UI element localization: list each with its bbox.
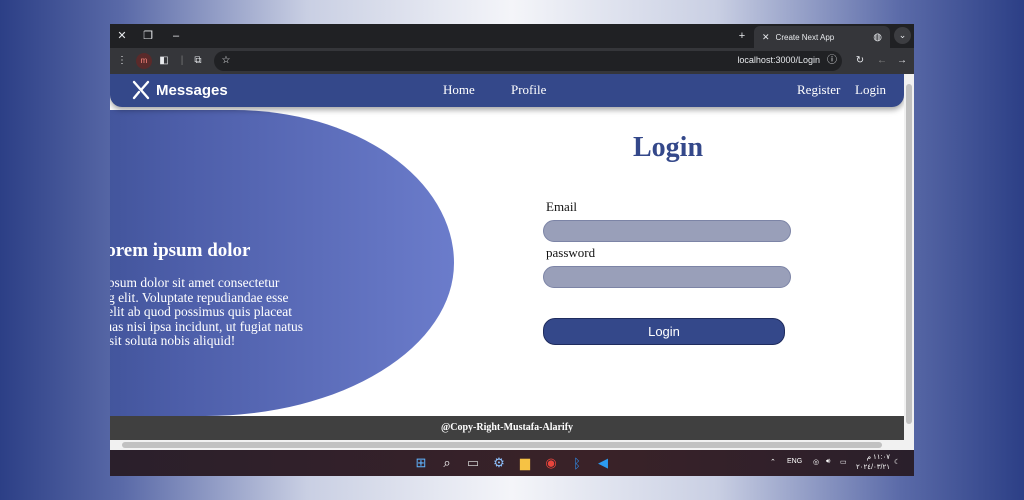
brand[interactable]: Messages	[132, 80, 228, 100]
show-hidden-icons-icon[interactable]: ⌃	[770, 458, 776, 466]
start-windows-icon[interactable]: ⊞	[412, 454, 430, 472]
email-label: Email	[546, 199, 578, 214]
settings-gear-icon[interactable]: ⚙	[490, 454, 508, 472]
address-bar[interactable]: ☆ localhost:3000/Login ⓘ	[214, 51, 842, 71]
horizontal-scroll-thumb[interactable]	[122, 442, 882, 448]
web-page: Lorem ipsum dolor Lorem ipsum dolor sit …	[110, 74, 904, 440]
x-logo-icon	[132, 80, 150, 100]
clock-date[interactable]: ٢٠٢٤/٠٣/٢١	[854, 463, 890, 471]
volume-icon[interactable]: 🔊︎	[826, 458, 830, 466]
hero-panel: Lorem ipsum dolor Lorem ipsum dolor sit …	[110, 110, 454, 416]
sidebar-icon[interactable]: ◧	[156, 53, 172, 69]
title-bar: ✕ ❐ – + ✕ Create Next App ◍ ⌄	[110, 24, 914, 48]
network-icon[interactable]: ◎	[813, 458, 819, 466]
close-window-icon[interactable]: ✕	[114, 28, 130, 44]
tab-close-icon[interactable]: ✕	[762, 32, 770, 43]
vscode-icon[interactable]: ◀	[594, 454, 612, 472]
login-title: Login	[632, 132, 704, 163]
tab-title: Create Next App	[775, 32, 835, 42]
separator: |	[180, 55, 184, 66]
kebab-menu-icon[interactable]: ⋮	[114, 53, 130, 69]
nav-login-link[interactable]: Login	[855, 82, 886, 98]
browser-window: ✕ ❐ – + ✕ Create Next App ◍ ⌄ ⋮ m ◧ | ⧉ …	[110, 24, 914, 476]
footer: @Copy-Right-Mustafa-Alarify	[110, 416, 904, 440]
task-view-icon[interactable]: ▭	[464, 454, 482, 472]
horizontal-scrollbar[interactable]	[110, 440, 914, 450]
brand-name: Messages	[156, 81, 228, 99]
nav-register-link[interactable]: Register	[797, 82, 840, 98]
chrome-icon[interactable]: ◉	[542, 454, 560, 472]
bookmark-star-icon[interactable]: ☆	[218, 53, 234, 69]
battery-icon[interactable]: ▭	[840, 458, 847, 466]
new-tab-icon[interactable]: +	[734, 28, 750, 44]
tab-search-chevron-icon[interactable]: ⌄	[894, 27, 911, 44]
restore-window-icon[interactable]: ❐	[140, 28, 156, 44]
navbar: Messages Home Profile Register Login	[110, 74, 904, 107]
back-arrow-icon[interactable]: ←	[874, 53, 890, 69]
forward-arrow-icon[interactable]: →	[894, 53, 910, 69]
notifications-icon[interactable]: ☾	[894, 458, 900, 466]
hero-text: Lorem ipsum dolor sit amet consectetur a…	[110, 275, 304, 348]
site-info-icon[interactable]: ⓘ	[824, 53, 840, 69]
reload-icon[interactable]: ↻	[852, 53, 868, 69]
password-field[interactable]	[543, 266, 791, 288]
browser-toolbar: ⋮ m ◧ | ⧉ ☆ localhost:3000/Login ⓘ ↻ ← →	[110, 48, 914, 74]
password-label: password	[546, 245, 596, 260]
nav-profile-link[interactable]: Profile	[511, 82, 546, 98]
url-text: localhost:3000/Login	[737, 55, 820, 65]
profile-avatar-icon[interactable]: m	[136, 53, 152, 69]
nav-home-link[interactable]: Home	[443, 82, 475, 98]
taskbar: ⊞ ⌕ ▭ ⚙ ▆ ◉ ᛒ ◀ ⌃ ENG ◎ 🔊︎ ▭ ١١:٠٧ م ٢٠٢…	[110, 450, 914, 476]
file-explorer-icon[interactable]: ▆	[516, 454, 534, 472]
bluetooth-icon[interactable]: ᛒ	[568, 454, 586, 472]
vertical-scroll-thumb[interactable]	[906, 84, 912, 424]
clock-time[interactable]: ١١:٠٧ م	[858, 453, 890, 461]
minimize-window-icon[interactable]: –	[168, 28, 184, 44]
vertical-scrollbar[interactable]	[904, 74, 914, 440]
search-icon[interactable]: ⌕	[438, 454, 456, 472]
browser-tab[interactable]: ✕ Create Next App ◍	[754, 26, 890, 48]
tab-globe-icon: ◍	[873, 31, 882, 43]
language-indicator[interactable]: ENG	[787, 458, 802, 465]
extensions-icon[interactable]: ⧉	[190, 53, 206, 69]
hero-title: Lorem ipsum dolor	[110, 240, 251, 261]
email-field[interactable]	[543, 220, 791, 242]
login-button[interactable]: Login	[543, 318, 785, 345]
